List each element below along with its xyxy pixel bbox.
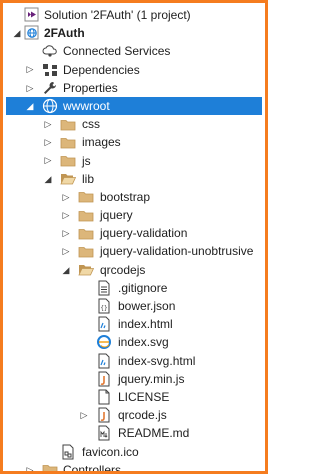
tree-item-index-svg[interactable]: index.svg bbox=[6, 333, 262, 351]
tree-item-label: index-svg.html bbox=[118, 353, 196, 368]
tree-item-label: Solution '2FAuth' (1 project) bbox=[44, 8, 191, 22]
tree-item-label: bootstrap bbox=[100, 189, 151, 204]
tree-item-label: qrcode.js bbox=[118, 408, 167, 423]
tree-item-label: 2FAuth bbox=[44, 26, 85, 41]
folder-icon bbox=[60, 117, 76, 131]
collapsed-arrow-icon[interactable]: ▷ bbox=[60, 224, 72, 242]
dependencies-icon bbox=[42, 63, 58, 77]
collapsed-arrow-icon[interactable]: ▷ bbox=[24, 79, 36, 97]
tree-item-gitignore[interactable]: .gitignore bbox=[6, 279, 262, 297]
tree-item-wwwroot[interactable]: ◢ wwwroot bbox=[6, 96, 262, 116]
tree-item-controllers[interactable]: ▷ Controllers bbox=[6, 461, 262, 474]
globe-icon bbox=[42, 98, 58, 114]
tree-item-label: Connected Services bbox=[63, 44, 171, 59]
tree-item-qrcode-js[interactable]: ▷ qrcode.js bbox=[6, 406, 262, 424]
tree-item-label: Controllers bbox=[63, 462, 122, 474]
tree-item-label: LICENSE bbox=[118, 389, 170, 404]
html-file-icon bbox=[96, 353, 112, 369]
solution-tree: Solution '2FAuth' (1 project) ◢ 2FAuth Conn… bbox=[6, 6, 262, 474]
expanded-arrow-icon[interactable]: ◢ bbox=[60, 261, 72, 279]
folder-open-icon bbox=[78, 263, 94, 277]
tree-item-lib[interactable]: ◢ lib bbox=[6, 170, 262, 188]
tree-item-images[interactable]: ▷ images bbox=[6, 133, 262, 151]
tree-item-connected-services[interactable]: Connected Services bbox=[6, 42, 262, 60]
tree-item-properties[interactable]: ▷ Properties bbox=[6, 79, 262, 97]
solution-explorer-frame: Solution '2FAuth' (1 project) ◢ 2FAuth Conn… bbox=[0, 0, 268, 474]
collapsed-arrow-icon[interactable]: ▷ bbox=[42, 115, 54, 133]
ico-file-icon bbox=[60, 444, 76, 459]
tree-item-2fauth[interactable]: ◢ 2FAuth bbox=[6, 24, 262, 42]
tree-item-bower-json[interactable]: {} bower.json bbox=[6, 297, 262, 315]
expanded-arrow-icon[interactable]: ◢ bbox=[24, 97, 36, 115]
text-file-icon bbox=[96, 280, 112, 296]
tree-item-label: bower.json bbox=[118, 299, 176, 313]
tree-item-jquery-validation[interactable]: ▷ jquery-validation bbox=[6, 224, 262, 242]
tree-item-readme-md[interactable]: README.md bbox=[6, 424, 262, 442]
folder-icon bbox=[60, 154, 76, 168]
svg-browser-icon bbox=[96, 335, 112, 350]
collapsed-arrow-icon[interactable]: ▷ bbox=[24, 61, 36, 79]
expanded-arrow-icon[interactable]: ◢ bbox=[42, 170, 54, 188]
folder-icon bbox=[78, 244, 94, 258]
tree-item-label: jquery bbox=[100, 208, 133, 223]
tree-item-qrcodejs[interactable]: ◢ qrcodejs bbox=[6, 261, 262, 279]
web-project-icon bbox=[24, 25, 40, 40]
tree-item-label: favicon.ico bbox=[82, 444, 139, 459]
svg-text:{}: {} bbox=[100, 305, 107, 312]
folder-icon bbox=[78, 190, 94, 204]
wrench-icon bbox=[42, 81, 58, 95]
tree-item-index-svg-html[interactable]: index-svg.html bbox=[6, 352, 262, 370]
collapsed-arrow-icon[interactable]: ▷ bbox=[42, 152, 54, 170]
tree-item-solution-2fauth-1-project[interactable]: Solution '2FAuth' (1 project) bbox=[6, 6, 262, 24]
tree-item-jquery-min-js[interactable]: jquery.min.js bbox=[6, 370, 262, 388]
tree-item-label: jquery.min.js bbox=[118, 371, 185, 386]
tree-item-label: qrcodejs bbox=[100, 262, 146, 277]
tree-item-index-html[interactable]: index.html bbox=[6, 315, 262, 333]
tree-item-dependencies[interactable]: ▷ Dependencies bbox=[6, 61, 262, 79]
json-file-icon: {} bbox=[96, 298, 112, 314]
js-file-icon bbox=[96, 371, 112, 387]
folder-open-icon bbox=[60, 172, 76, 186]
html-file-icon bbox=[96, 316, 112, 332]
tree-item-label: .gitignore bbox=[118, 280, 168, 295]
collapsed-arrow-icon[interactable]: ▷ bbox=[60, 206, 72, 224]
tree-item-label: Dependencies bbox=[63, 62, 140, 77]
tree-item-label: jquery-validation-unobtrusive bbox=[100, 244, 254, 259]
blank-file-icon bbox=[96, 389, 112, 405]
tree-item-label: index.svg bbox=[118, 335, 169, 350]
collapsed-arrow-icon[interactable]: ▷ bbox=[60, 188, 72, 206]
collapsed-arrow-icon[interactable]: ▷ bbox=[24, 461, 36, 471]
tree-item-label: README.md bbox=[118, 426, 190, 441]
tree-item-css[interactable]: ▷ css bbox=[6, 115, 262, 133]
js-file-icon bbox=[96, 407, 112, 423]
tree-item-label: css bbox=[82, 117, 100, 132]
tree-item-label: lib bbox=[82, 171, 95, 186]
folder-icon bbox=[78, 226, 94, 240]
tree-item-favicon-ico[interactable]: favicon.ico bbox=[6, 443, 262, 461]
folder-icon bbox=[42, 463, 58, 471]
tree-item-label: Properties bbox=[63, 80, 118, 95]
folder-icon bbox=[60, 135, 76, 149]
solution-icon bbox=[24, 7, 40, 22]
collapsed-arrow-icon[interactable]: ▷ bbox=[42, 133, 54, 151]
tree-item-jquery[interactable]: ▷ jquery bbox=[6, 206, 262, 224]
tree-item-jquery-validation-unobtrusive[interactable]: ▷ jquery-validation-unobtrusive bbox=[6, 242, 262, 260]
tree-item-label: images bbox=[82, 135, 121, 150]
tree-item-license[interactable]: LICENSE bbox=[6, 388, 262, 406]
tree-item-label: js bbox=[82, 153, 91, 168]
connected-services-icon bbox=[42, 44, 58, 58]
markdown-file-icon bbox=[96, 425, 112, 441]
folder-icon bbox=[78, 208, 94, 222]
tree-item-label: index.html bbox=[118, 317, 173, 332]
collapsed-arrow-icon[interactable]: ▷ bbox=[78, 406, 90, 424]
tree-item-label: wwwroot bbox=[63, 98, 110, 113]
expanded-arrow-icon[interactable]: ◢ bbox=[11, 24, 23, 42]
tree-item-bootstrap[interactable]: ▷ bootstrap bbox=[6, 188, 262, 206]
collapsed-arrow-icon[interactable]: ▷ bbox=[60, 242, 72, 260]
tree-item-label: jquery-validation bbox=[100, 226, 188, 241]
tree-item-js[interactable]: ▷ js bbox=[6, 152, 262, 170]
